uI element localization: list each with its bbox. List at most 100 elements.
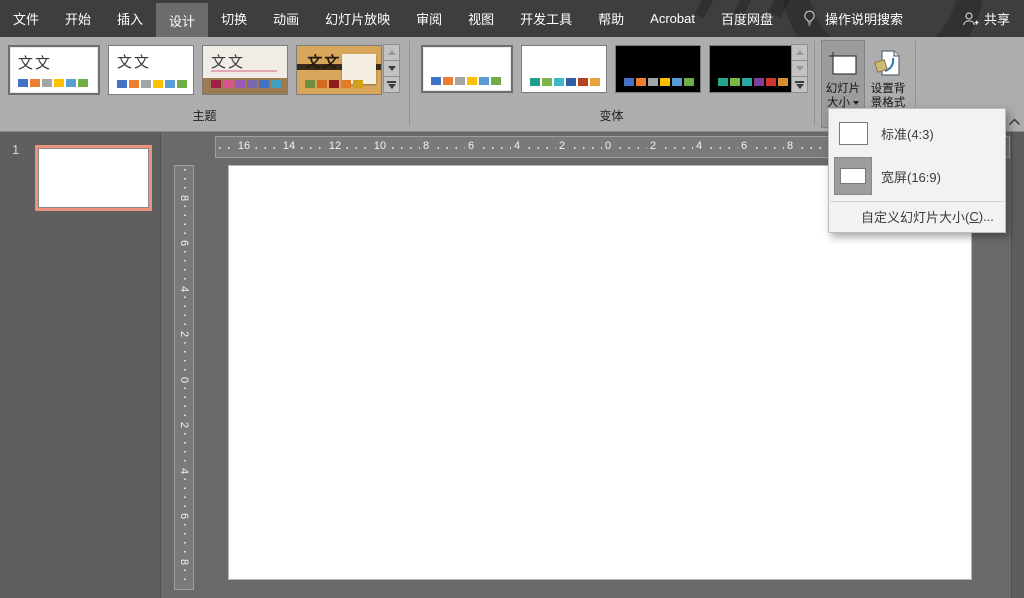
tab-help[interactable]: 帮助 <box>585 0 637 37</box>
person-plus-icon <box>961 11 979 27</box>
ruler-number: 6 <box>178 238 190 248</box>
ruler-number: 8 <box>178 193 190 203</box>
variant-thumbnail[interactable] <box>615 45 701 93</box>
tab-design[interactable]: 设计 <box>156 3 208 37</box>
theme-accent-line <box>211 70 277 72</box>
gallery-scroll-up-icon[interactable] <box>383 44 400 61</box>
color-swatch <box>54 79 64 87</box>
ruler-number: 2 <box>556 140 568 152</box>
gallery-scroll-down-icon[interactable] <box>383 60 400 77</box>
tell-me-label: 操作说明搜索 <box>825 9 903 28</box>
ruler-number: 6 <box>738 140 750 152</box>
collapse-ribbon-icon[interactable] <box>1008 113 1021 131</box>
gallery-scroll-down-icon[interactable] <box>791 60 808 77</box>
color-swatch <box>329 80 339 88</box>
color-swatch <box>431 77 441 85</box>
theme-color-swatches <box>211 80 281 88</box>
color-swatch <box>317 80 327 88</box>
menu-separator <box>830 201 1004 202</box>
ruler-number: 14 <box>280 140 298 152</box>
tell-me-search[interactable]: 操作说明搜索 <box>802 9 903 28</box>
variant-thumbnail[interactable] <box>521 45 607 93</box>
tab-animations[interactable]: 动画 <box>260 0 312 37</box>
color-swatch <box>530 78 540 86</box>
ruler-number: 0 <box>602 140 614 152</box>
ruler-number: 6 <box>465 140 477 152</box>
color-swatch <box>211 80 221 88</box>
color-swatch <box>66 79 76 87</box>
color-swatch <box>443 77 453 85</box>
share-label: 共享 <box>984 9 1010 28</box>
ruler-number: 4 <box>511 140 523 152</box>
slide-thumbnail-selected[interactable] <box>35 145 152 211</box>
tab-file[interactable]: 文件 <box>0 0 52 37</box>
ruler-number: 2 <box>178 420 190 430</box>
color-swatch <box>590 78 600 86</box>
ruler-number: 4 <box>693 140 705 152</box>
color-swatch <box>141 80 151 88</box>
theme-sample-text: 文文 <box>117 51 151 72</box>
variant-thumbnail[interactable] <box>709 45 795 93</box>
slide-thumbnail-content <box>38 148 149 208</box>
gallery-scroll-up-icon[interactable] <box>791 44 808 61</box>
slides-panel: 1 <box>0 131 161 598</box>
theme-thumbnail-office[interactable]: 文文 <box>8 45 100 95</box>
ruler-number: 2 <box>647 140 659 152</box>
tab-slideshow[interactable]: 幻灯片放映 <box>312 0 403 37</box>
color-swatch <box>153 80 163 88</box>
tab-transitions[interactable]: 切换 <box>208 0 260 37</box>
group-separator <box>814 41 815 125</box>
theme-color-swatches <box>305 80 363 88</box>
color-swatch <box>353 80 363 88</box>
color-swatch <box>718 78 728 86</box>
slide-number: 1 <box>12 142 19 157</box>
slide-size-label-line1: 幻灯片 <box>826 82 861 96</box>
format-background-label-line1: 设置背 <box>871 82 906 96</box>
color-swatch <box>479 77 489 85</box>
ruler-number: 8 <box>784 140 796 152</box>
share-button[interactable]: 共享 <box>961 9 1010 28</box>
custom-label-suffix: )... <box>979 209 994 224</box>
color-swatch <box>30 79 40 87</box>
theme-thumbnail[interactable]: 文文 <box>202 45 288 95</box>
tab-baidu-netdisk[interactable]: 百度网盘 <box>708 0 786 37</box>
menu-item-standard-43[interactable]: 标准(4:3) <box>829 113 1005 153</box>
variants-gallery-scroll <box>791 45 808 93</box>
menu-item-custom-slide-size[interactable]: 自定义幻灯片大小(C)... <box>829 204 1005 229</box>
color-swatch <box>778 78 788 86</box>
color-swatch <box>247 80 257 88</box>
color-swatch <box>341 80 351 88</box>
vertical-ruler: 864202468 <box>174 165 194 590</box>
tab-acrobat[interactable]: Acrobat <box>637 0 708 37</box>
ruler-number: 4 <box>178 466 190 476</box>
theme-color-swatches <box>18 79 88 87</box>
color-swatch <box>730 78 740 86</box>
color-swatch <box>766 78 776 86</box>
theme-thumbnail[interactable]: 文文 <box>296 45 382 95</box>
color-swatch <box>235 80 245 88</box>
gallery-more-icon[interactable] <box>383 76 400 93</box>
menu-item-widescreen-169[interactable]: 宽屏(16:9) <box>829 153 1005 199</box>
tab-view[interactable]: 视图 <box>455 0 507 37</box>
vertical-scrollbar[interactable] <box>1011 131 1024 598</box>
tab-home[interactable]: 开始 <box>52 0 104 37</box>
variant-thumbnail[interactable] <box>421 45 513 93</box>
color-swatch <box>259 80 269 88</box>
theme-color-swatches <box>117 80 187 88</box>
menu-item-label: 标准(4:3) <box>881 124 934 143</box>
color-swatch <box>624 78 634 86</box>
custom-label-prefix: 自定义幻灯片大小( <box>861 207 969 226</box>
tab-developer[interactable]: 开发工具 <box>507 0 585 37</box>
tab-insert[interactable]: 插入 <box>104 0 156 37</box>
variant-color-swatches <box>624 78 694 86</box>
ratio-16-9-icon <box>834 157 872 195</box>
theme-thumbnail[interactable]: 文文 <box>108 45 194 95</box>
color-swatch <box>566 78 576 86</box>
gallery-more-icon[interactable] <box>791 76 808 93</box>
format-background-icon <box>874 46 902 82</box>
tab-review[interactable]: 审阅 <box>403 0 455 37</box>
color-swatch <box>18 79 28 87</box>
ruler-number: 10 <box>371 140 389 152</box>
color-swatch <box>578 78 588 86</box>
ruler-number: 16 <box>235 140 253 152</box>
